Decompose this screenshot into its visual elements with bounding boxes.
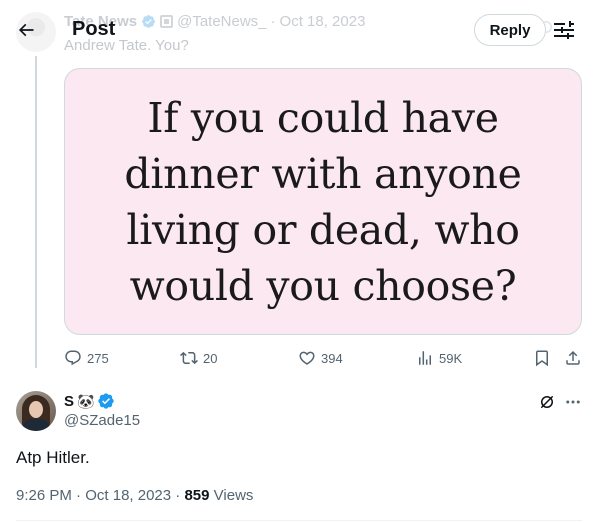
like-count: 394 (321, 350, 343, 366)
meta-separator: · (76, 487, 82, 504)
reply-count: 275 (87, 350, 109, 366)
reply-action[interactable]: 275 (64, 349, 109, 367)
parent-separator: · (270, 13, 276, 30)
bookmark-icon[interactable] (533, 349, 551, 367)
reply-display-name[interactable]: S 🐼 (64, 392, 115, 410)
parent-handle[interactable]: @TateNews_ (177, 13, 266, 30)
meta-separator: · (175, 487, 181, 504)
sliders-icon[interactable] (552, 18, 576, 42)
heart-icon (299, 351, 315, 365)
repost-count: 20 (203, 350, 218, 366)
tweet-image[interactable]: If you could have dinner with anyone liv… (64, 68, 582, 335)
tweet-meta: 9:26 PM · Oct 18, 2023 · 859 Views (16, 487, 253, 504)
bar-chart-icon (419, 351, 431, 365)
tweet-time[interactable]: 9:26 PM (16, 487, 72, 504)
repost-icon (180, 351, 198, 365)
views-count: 59K (439, 350, 463, 366)
thread-line (35, 56, 37, 368)
tweet-date[interactable]: Oct 18, 2023 (85, 487, 171, 504)
verified-icon (142, 15, 155, 28)
views-total: 859 (184, 487, 210, 504)
reply-handle[interactable]: @SZade15 (64, 412, 140, 429)
avatar[interactable] (16, 391, 56, 431)
reply-tweet-text: Atp Hitler. (16, 448, 90, 467)
page-title: Post (72, 18, 116, 40)
views-action[interactable]: 59K (416, 349, 462, 367)
divider (16, 520, 582, 521)
views-label: Views (213, 487, 254, 504)
reply-name-text: S (64, 392, 75, 410)
back-button[interactable] (14, 18, 38, 42)
parent-date[interactable]: Oct 18, 2023 (280, 13, 366, 30)
affiliate-badge-icon (160, 15, 174, 28)
grok-icon[interactable] (538, 393, 556, 411)
arrow-left-icon (18, 23, 34, 37)
speech-bubble-icon (65, 350, 81, 366)
verified-icon (98, 393, 115, 409)
panda-emoji-icon: 🐼 (77, 393, 95, 409)
like-action[interactable]: 394 (298, 349, 343, 367)
share-icon[interactable] (564, 349, 582, 367)
repost-action[interactable]: 20 (180, 349, 217, 367)
more-horizontal-icon[interactable] (564, 393, 582, 411)
tweet-image-text: If you could have dinner with anyone liv… (124, 93, 522, 310)
reply-button[interactable]: Reply (474, 14, 546, 46)
